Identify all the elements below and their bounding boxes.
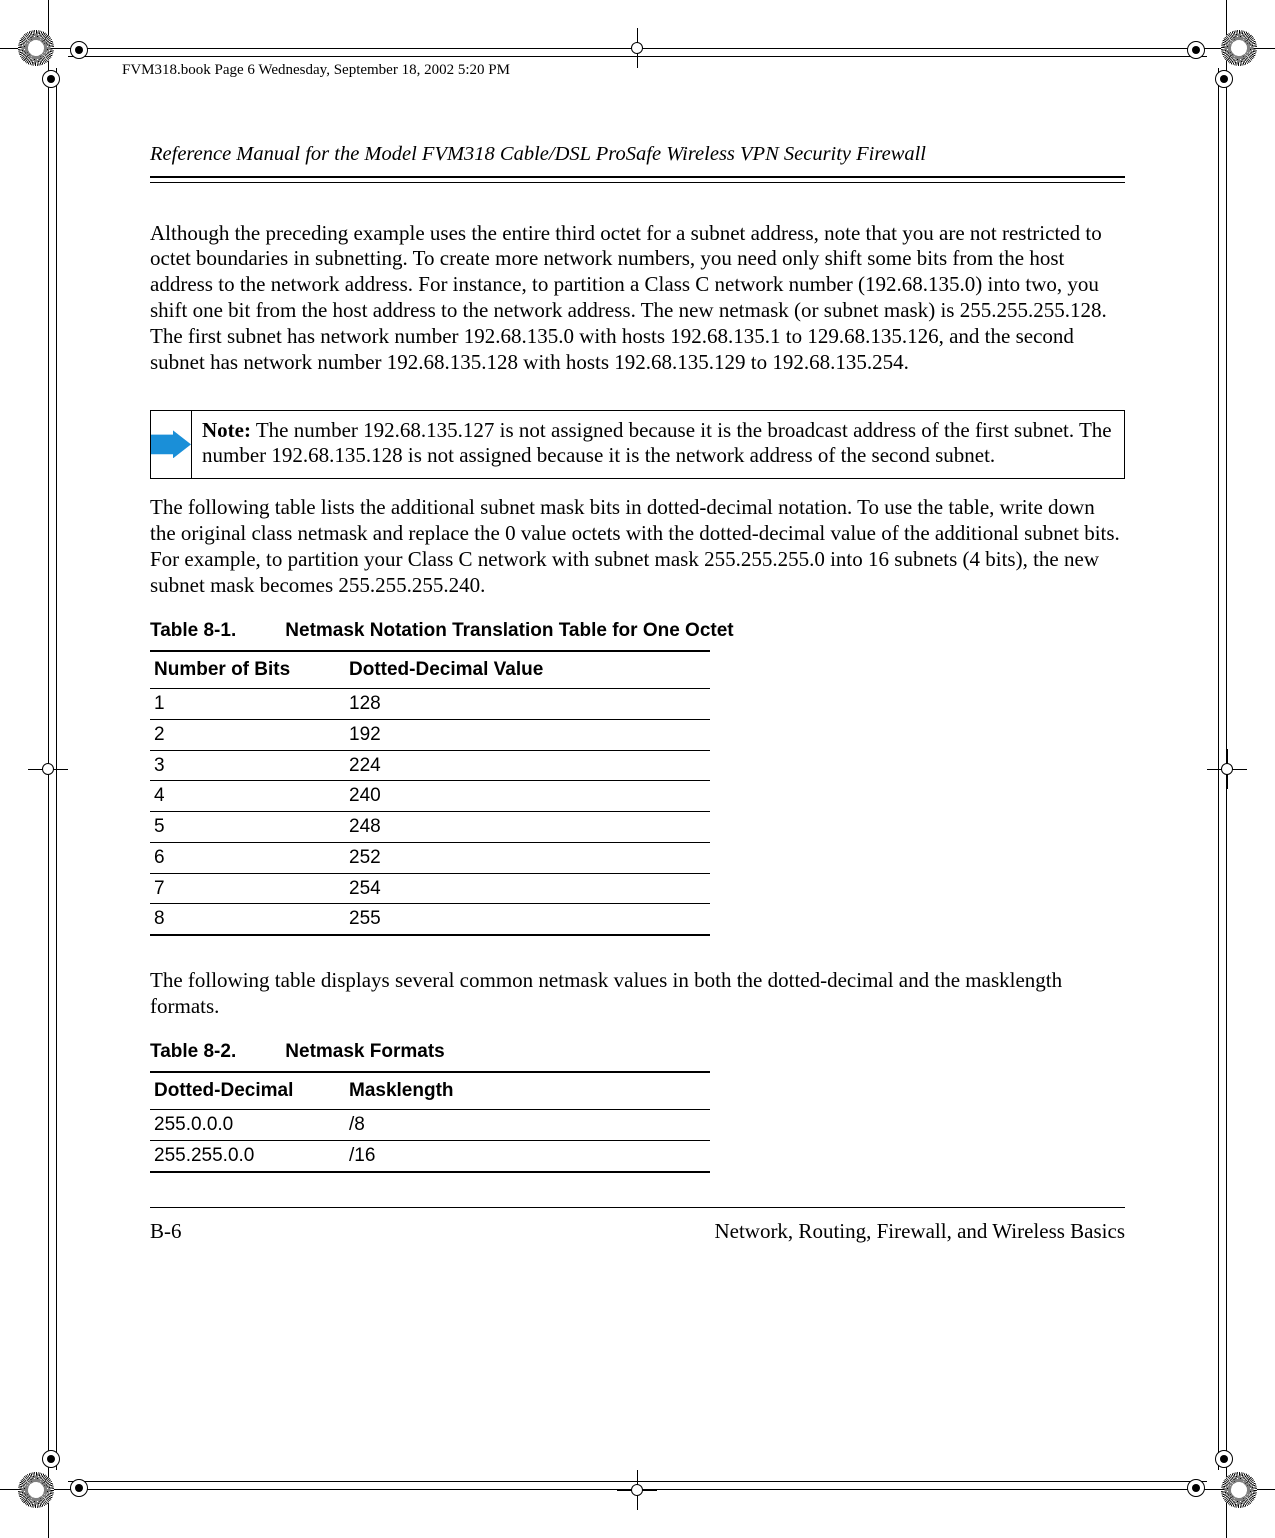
binding-dot-icon [70,1479,88,1497]
table-netmask-bits: Number of Bits Dotted-Decimal Value 1128… [150,650,710,936]
note-body: The number 192.68.135.127 is not assigne… [202,418,1112,468]
table-cell: 248 [345,812,710,843]
table-header: Dotted-Decimal Value [345,651,710,688]
table-number: Table 8-1. [150,619,280,643]
table-cell: 224 [345,750,710,781]
table-cell: 6 [150,842,345,873]
rule-line [150,182,1125,183]
binding-dot-icon [42,70,60,88]
table-cell: 1 [150,689,345,720]
body-paragraph: Although the preceding example uses the … [150,221,1125,376]
table-row: 255.0.0.0/8 [150,1110,710,1141]
table-row: 6252 [150,842,710,873]
registration-mark-icon [1221,1472,1257,1508]
table-header: Number of Bits [150,651,345,688]
table-cell: 240 [345,781,710,812]
table-cell: 5 [150,812,345,843]
table-header: Dotted-Decimal [150,1072,345,1109]
table-cell: 255.255.0.0 [150,1140,345,1171]
table-cell: 192 [345,719,710,750]
note-label: Note: [202,418,251,442]
page-footer: B-6 Network, Routing, Firewall, and Wire… [150,1218,1125,1244]
running-head: Reference Manual for the Model FVM318 Ca… [150,142,1125,168]
table-cell: /8 [345,1110,710,1141]
table-row: 1128 [150,689,710,720]
arrow-right-icon [151,430,191,458]
table-cell: 4 [150,781,345,812]
crosshair-icon [617,28,657,68]
file-stamp: FVM318.book Page 6 Wednesday, September … [122,62,510,79]
table-row: 8255 [150,904,710,935]
table-caption: Table 8-2. Netmask Formats [150,1040,1125,1064]
note-icon-cell [151,411,192,479]
note-text: Note: The number 192.68.135.127 is not a… [192,411,1124,479]
table-cell: 255 [345,904,710,935]
body-paragraph: The following table lists the additional… [150,495,1125,598]
crosshair-icon [28,749,68,789]
rule-line [150,1207,1125,1208]
registration-mark-icon [18,30,54,66]
table-cell: 8 [150,904,345,935]
table-cell: 128 [345,689,710,720]
table-cell: 255.0.0.0 [150,1110,345,1141]
table-title: Netmask Formats [285,1041,444,1062]
binding-dot-icon [70,41,88,59]
table-row: 255.255.0.0/16 [150,1140,710,1171]
binding-dot-icon [1215,1450,1233,1468]
body-paragraph: The following table displays several com… [150,968,1125,1020]
table-cell: 2 [150,719,345,750]
note-box: Note: The number 192.68.135.127 is not a… [150,410,1125,480]
table-cell: /16 [345,1140,710,1171]
table-caption: Table 8-1. Netmask Notation Translation … [150,619,1125,643]
page-number: B-6 [150,1218,182,1244]
crosshair-icon [1207,749,1247,789]
table-title: Netmask Notation Translation Table for O… [285,620,733,641]
table-row: 5248 [150,812,710,843]
binding-dot-icon [1187,1479,1205,1497]
table-row: 4240 [150,781,710,812]
binding-dot-icon [1187,41,1205,59]
table-cell: 252 [345,842,710,873]
binding-dot-icon [42,1450,60,1468]
page-content: Reference Manual for the Model FVM318 Ca… [150,142,1125,1244]
table-row: 7254 [150,873,710,904]
table-header: Masklength [345,1072,710,1109]
table-row: 2192 [150,719,710,750]
binding-dot-icon [1215,70,1233,88]
registration-mark-icon [1221,30,1257,66]
table-cell: 254 [345,873,710,904]
section-title: Network, Routing, Firewall, and Wireless… [714,1218,1125,1244]
table-row: 3224 [150,750,710,781]
crosshair-icon [617,1470,657,1510]
table-cell: 7 [150,873,345,904]
table-number: Table 8-2. [150,1040,280,1064]
rule-line [150,176,1125,178]
registration-mark-icon [18,1472,54,1508]
table-netmask-formats: Dotted-Decimal Masklength 255.0.0.0/8 25… [150,1071,710,1172]
table-cell: 3 [150,750,345,781]
